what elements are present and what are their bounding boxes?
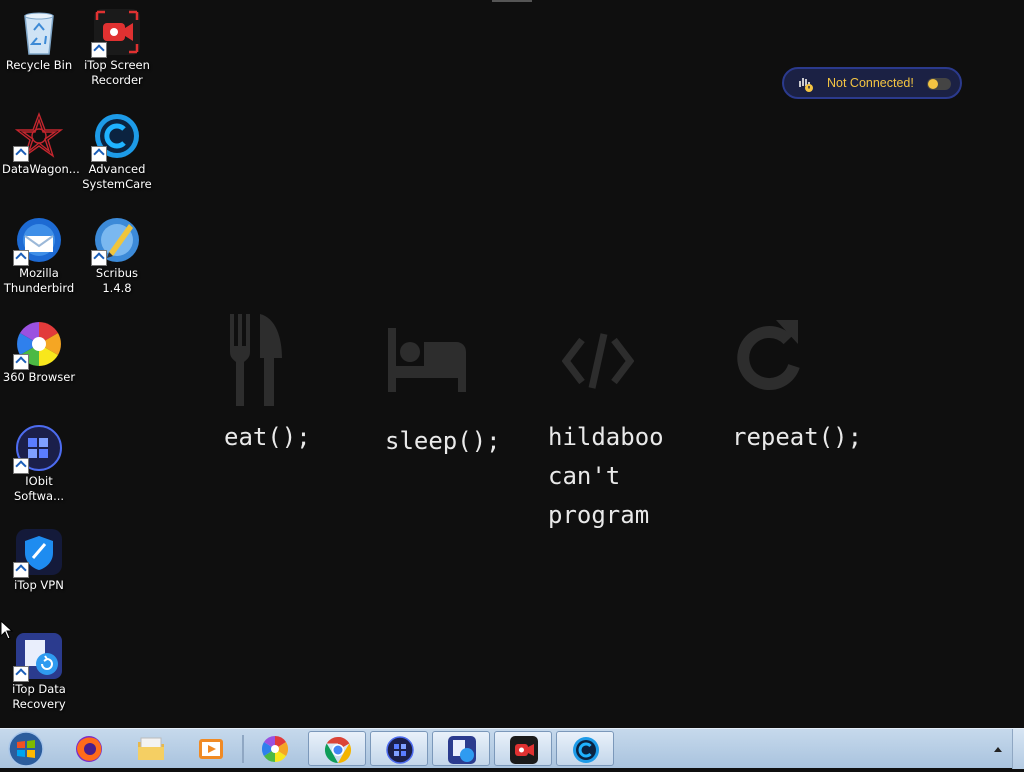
desktop-icon-label: iTop Screen Recorder bbox=[84, 58, 150, 87]
chrome-icon bbox=[324, 736, 352, 764]
itop-vpn-icon bbox=[13, 528, 63, 578]
mouse-cursor-icon bbox=[0, 620, 14, 640]
taskbar bbox=[0, 728, 1024, 769]
desktop-icon-label: Scribus 1.4.8 bbox=[95, 266, 139, 295]
shortcut-arrow-icon bbox=[13, 146, 29, 162]
itop-screen-recorder-icon bbox=[91, 8, 141, 58]
taskbar-media-player[interactable] bbox=[182, 731, 240, 766]
itop-data-recovery-icon bbox=[13, 632, 63, 682]
thunderbird-icon bbox=[13, 216, 63, 266]
show-hidden-icons-icon bbox=[994, 747, 1002, 752]
windows-start-icon bbox=[8, 731, 44, 767]
desktop-icon-label: iTop VPN bbox=[14, 578, 64, 592]
taskbar-itop-screen-recorder[interactable] bbox=[494, 731, 552, 766]
advanced-systemcare-icon bbox=[91, 112, 141, 162]
taskbar-chrome[interactable] bbox=[308, 731, 366, 766]
shortcut-arrow-icon bbox=[13, 354, 29, 370]
file-explorer-icon bbox=[138, 737, 164, 760]
wallpaper-repeat-text: repeat(); bbox=[732, 423, 863, 451]
shortcut-arrow-icon bbox=[13, 250, 29, 266]
desktop-icon-advanced-systemcare[interactable]: Advanced SystemCare bbox=[80, 104, 154, 192]
desktop-icon-itop-vpn[interactable]: iTop VPN bbox=[2, 520, 76, 593]
repeat-arrow-icon bbox=[737, 320, 800, 390]
taskbar-file-explorer[interactable] bbox=[122, 731, 180, 766]
desktop-icon-iobit-software[interactable]: IObit Softwa... bbox=[2, 416, 76, 504]
datawagon-icon bbox=[13, 112, 64, 162]
360-browser-icon bbox=[261, 735, 289, 763]
wallpaper-code-line-3: program bbox=[548, 501, 650, 529]
shortcut-arrow-icon bbox=[13, 666, 29, 682]
desktop-icon-recycle-bin[interactable]: Recycle Bin bbox=[2, 0, 76, 73]
360-browser-icon bbox=[13, 320, 63, 370]
desktop-icon-label: DataWagon... bbox=[2, 162, 80, 176]
fork-knife-icon bbox=[230, 314, 282, 406]
scribus-icon bbox=[91, 216, 141, 266]
start-button[interactable] bbox=[6, 730, 46, 768]
desktop-icon-label: IObit Softwa... bbox=[13, 474, 65, 503]
desktop-icon-label: Mozilla Thunderbird bbox=[3, 266, 75, 295]
shortcut-arrow-icon bbox=[13, 562, 29, 578]
taskbar-iobit[interactable] bbox=[370, 731, 428, 766]
vpn-status-text: Not Connected! bbox=[827, 76, 914, 90]
vpn-hand-icon bbox=[799, 78, 813, 92]
taskbar-360-browser[interactable] bbox=[246, 731, 304, 766]
desktop-icon-itop-screen-recorder[interactable]: iTop Screen Recorder bbox=[80, 0, 154, 88]
desktop-icon-label: Advanced SystemCare bbox=[82, 162, 152, 191]
taskbar-itop-data-recovery[interactable] bbox=[432, 731, 490, 766]
shortcut-arrow-icon bbox=[91, 250, 107, 266]
shortcut-arrow-icon bbox=[91, 42, 107, 58]
shortcut-arrow-icon bbox=[13, 458, 29, 474]
show-hidden-icons-button[interactable] bbox=[988, 739, 1008, 759]
iobit-icon bbox=[13, 424, 63, 474]
desktop-icon-label: 360 Browser bbox=[2, 370, 76, 384]
desktop-icon-scribus[interactable]: Scribus 1.4.8 bbox=[80, 208, 154, 296]
desktop-icon-thunderbird[interactable]: Mozilla Thunderbird bbox=[2, 208, 76, 296]
desktop-icon-datawagon[interactable]: DataWagon... bbox=[2, 104, 80, 177]
media-player-icon bbox=[199, 739, 223, 759]
bed-icon bbox=[388, 328, 466, 392]
wallpaper-code-line-1: hildaboo bbox=[548, 423, 664, 451]
show-desktop-button[interactable] bbox=[1012, 729, 1024, 769]
vpn-status-widget[interactable]: Not Connected! bbox=[782, 67, 962, 99]
desktop-icon-label: Recycle Bin bbox=[5, 58, 73, 72]
iobit-icon bbox=[386, 736, 414, 764]
itop-data-recovery-icon bbox=[448, 736, 476, 764]
firefox-icon bbox=[76, 736, 102, 762]
vpn-toggle-knob bbox=[928, 79, 938, 89]
taskbar-separator bbox=[242, 735, 244, 763]
wallpaper-code-line-2: can't bbox=[548, 462, 621, 490]
vpn-toggle[interactable] bbox=[927, 78, 951, 90]
top-edge-marker bbox=[492, 0, 532, 2]
code-icon bbox=[562, 333, 634, 389]
desktop-icon-label: iTop Data Recovery bbox=[12, 682, 66, 711]
itop-screen-recorder-icon bbox=[510, 736, 538, 764]
recycle-bin-icon bbox=[15, 8, 63, 56]
shortcut-arrow-icon bbox=[91, 146, 107, 162]
desktop-icon-360-browser[interactable]: 360 Browser bbox=[2, 312, 76, 385]
wallpaper-eat-text: eat(); bbox=[224, 423, 311, 451]
advanced-systemcare-icon bbox=[573, 737, 599, 763]
wallpaper-sleep-text: sleep(); bbox=[385, 427, 501, 455]
taskbar-advanced-systemcare[interactable] bbox=[556, 731, 614, 766]
taskbar-firefox[interactable] bbox=[60, 731, 118, 766]
